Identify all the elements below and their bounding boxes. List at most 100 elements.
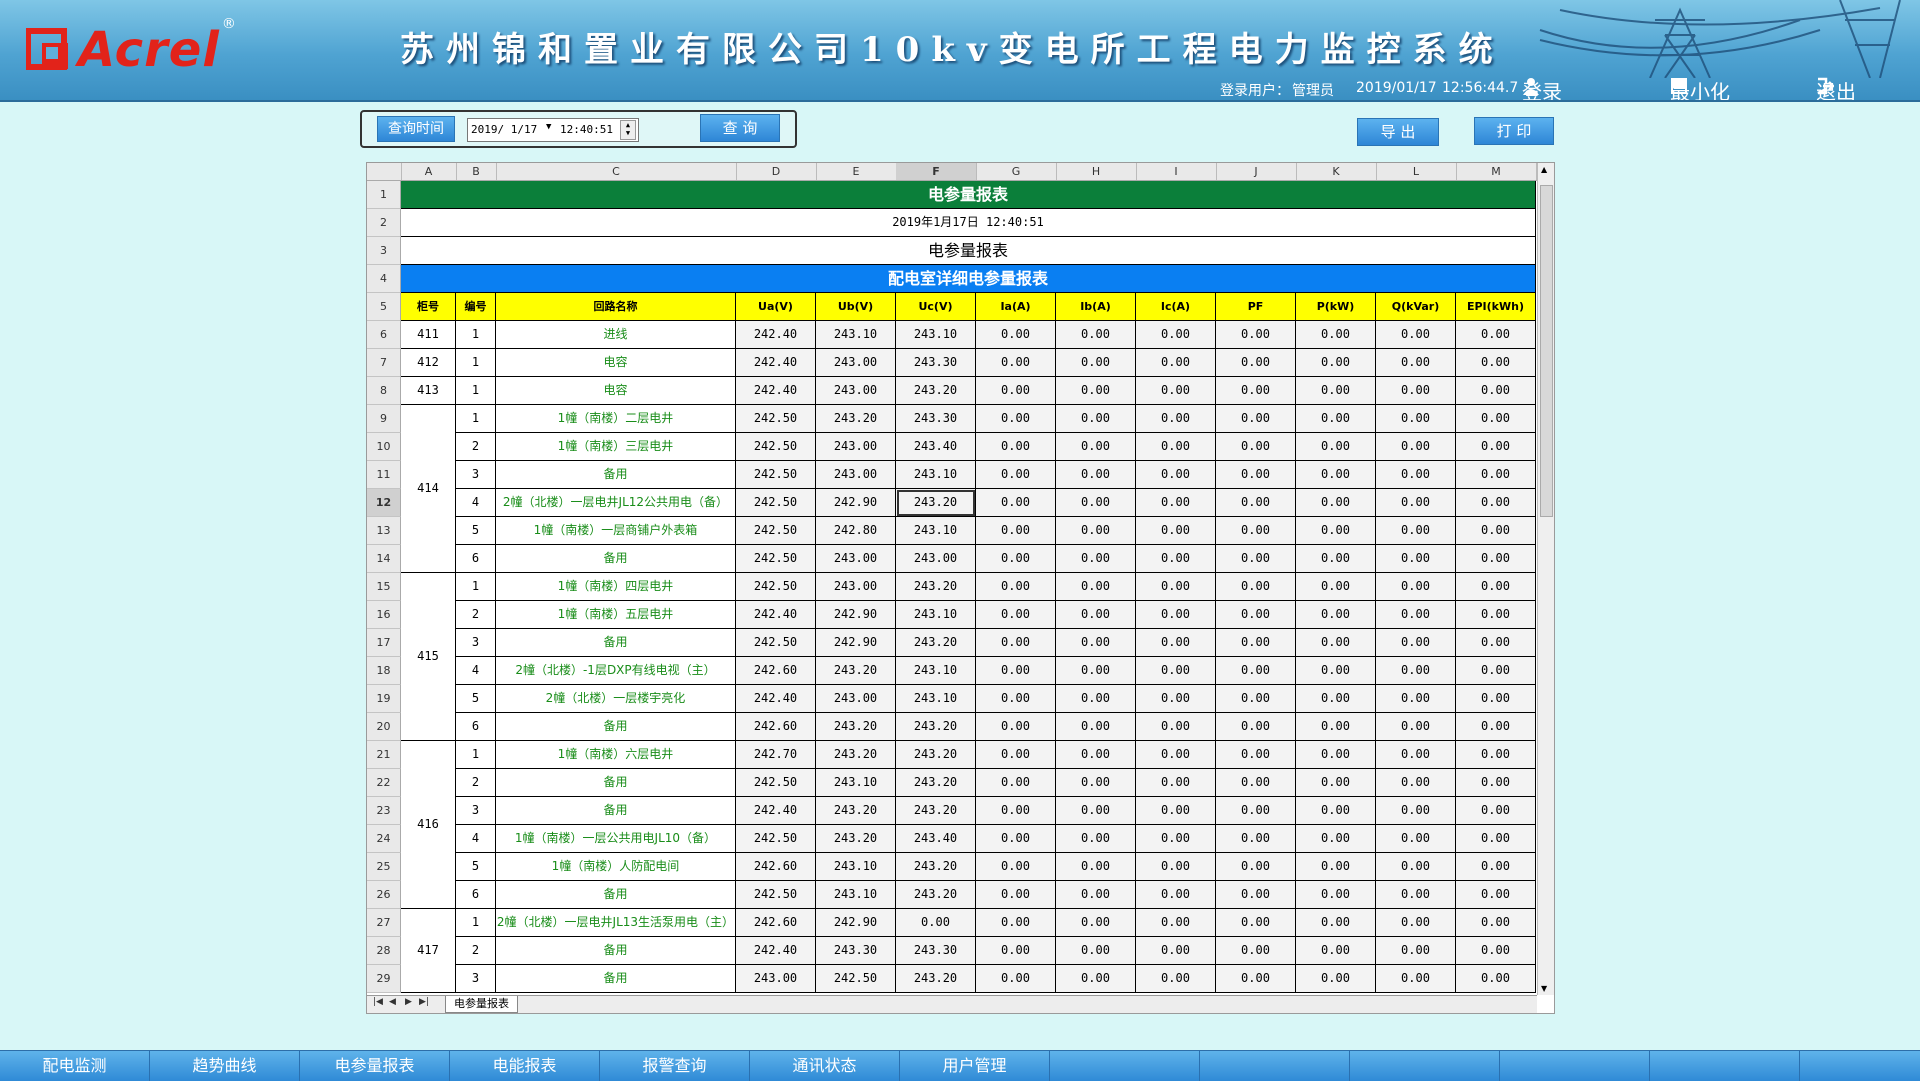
data-cell[interactable]: 243.10 xyxy=(896,321,976,349)
data-cell[interactable]: 243.00 xyxy=(816,545,896,573)
data-cell[interactable]: 0.00 xyxy=(1296,405,1376,433)
vertical-scrollbar[interactable]: ▲ ▼ xyxy=(1537,163,1554,995)
data-cell[interactable]: 2 xyxy=(456,601,496,629)
data-cell[interactable]: 0.00 xyxy=(1296,909,1376,937)
data-cell[interactable]: 243.20 xyxy=(896,965,976,993)
cabinet-number-cell[interactable]: 415 xyxy=(401,573,456,741)
sheet-tab-electrical-report[interactable]: 电参量报表 xyxy=(445,996,518,1013)
data-cell[interactable]: 0.00 xyxy=(1216,629,1296,657)
data-cell[interactable]: 0.00 xyxy=(976,657,1056,685)
data-cell[interactable]: 0.00 xyxy=(1056,797,1136,825)
data-cell[interactable]: 0.00 xyxy=(1136,769,1216,797)
data-cell[interactable]: 242.40 xyxy=(736,601,816,629)
data-cell[interactable]: 0.00 xyxy=(1456,881,1536,909)
data-cell[interactable]: 0.00 xyxy=(1296,461,1376,489)
data-cell[interactable]: 0.00 xyxy=(1056,657,1136,685)
data-cell[interactable]: 0.00 xyxy=(1376,741,1456,769)
data-cell[interactable]: 4 xyxy=(456,489,496,517)
circuit-name-cell[interactable]: 备用 xyxy=(496,461,736,489)
data-cell[interactable]: 242.50 xyxy=(736,825,816,853)
circuit-name-cell[interactable]: 1幢（南楼）一层商铺户外表箱 xyxy=(496,517,736,545)
report-title-row-3[interactable]: 电参量报表 xyxy=(401,237,1536,265)
circuit-name-cell[interactable]: 1幢（南楼）六层电井 xyxy=(496,741,736,769)
data-cell[interactable]: 2 xyxy=(456,769,496,797)
data-cell[interactable]: 0.00 xyxy=(1456,405,1536,433)
data-cell[interactable]: 0.00 xyxy=(976,545,1056,573)
data-cell[interactable]: 5 xyxy=(456,853,496,881)
data-cell[interactable]: 0.00 xyxy=(1296,657,1376,685)
data-cell[interactable]: 243.00 xyxy=(816,433,896,461)
prev-sheet-icon[interactable]: ◀ xyxy=(389,997,396,1007)
data-cell[interactable]: 0.00 xyxy=(976,853,1056,881)
row-header-14[interactable]: 14 xyxy=(367,545,401,573)
data-cell[interactable]: 243.20 xyxy=(816,405,896,433)
data-cell[interactable]: 0.00 xyxy=(1376,433,1456,461)
data-cell[interactable]: 0.00 xyxy=(1456,489,1536,517)
data-cell[interactable]: 0.00 xyxy=(1216,461,1296,489)
data-cell[interactable]: 243.20 xyxy=(896,853,976,881)
data-cell[interactable]: 2 xyxy=(456,433,496,461)
data-cell[interactable]: 1 xyxy=(456,741,496,769)
data-cell[interactable]: 0.00 xyxy=(1456,685,1536,713)
report-title-row-4[interactable]: 配电室详细电参量报表 xyxy=(401,265,1536,293)
nav-item-2[interactable]: 电参量报表 xyxy=(300,1051,450,1081)
column-header-F[interactable]: F xyxy=(896,163,977,180)
data-cell[interactable]: 243.40 xyxy=(896,433,976,461)
data-cell[interactable]: 0.00 xyxy=(1136,461,1216,489)
data-cell[interactable]: 0.00 xyxy=(1456,853,1536,881)
data-cell[interactable]: 0.00 xyxy=(1456,909,1536,937)
data-cell[interactable]: 0.00 xyxy=(1456,741,1536,769)
circuit-name-cell[interactable]: 备用 xyxy=(496,965,736,993)
data-cell[interactable]: 0.00 xyxy=(1216,909,1296,937)
data-cell[interactable]: 242.40 xyxy=(736,321,816,349)
row-header-11[interactable]: 11 xyxy=(367,461,401,489)
circuit-name-cell[interactable]: 电容 xyxy=(496,349,736,377)
scroll-thumb[interactable] xyxy=(1540,185,1553,517)
table-header-cell[interactable]: Ic(A) xyxy=(1136,293,1216,321)
cabinet-number-cell[interactable]: 414 xyxy=(401,405,456,573)
data-cell[interactable]: 0.00 xyxy=(1216,489,1296,517)
data-cell[interactable]: 0.00 xyxy=(1136,965,1216,993)
data-cell[interactable]: 0.00 xyxy=(1056,349,1136,377)
data-cell[interactable]: 0.00 xyxy=(1056,517,1136,545)
date-dropdown-icon[interactable]: ▼ xyxy=(546,122,551,132)
data-cell[interactable]: 5 xyxy=(456,517,496,545)
data-cell[interactable]: 0.00 xyxy=(976,881,1056,909)
circuit-name-cell[interactable]: 1幢（南楼）二层电井 xyxy=(496,405,736,433)
data-cell[interactable]: 0.00 xyxy=(1296,489,1376,517)
data-cell[interactable]: 243.10 xyxy=(896,601,976,629)
column-header-B[interactable]: B xyxy=(456,163,497,180)
row-header-24[interactable]: 24 xyxy=(367,825,401,853)
data-cell[interactable]: 243.20 xyxy=(816,825,896,853)
data-cell[interactable]: 1 xyxy=(456,377,496,405)
data-cell[interactable]: 0.00 xyxy=(1056,937,1136,965)
data-cell[interactable]: 0.00 xyxy=(1296,937,1376,965)
data-cell[interactable]: 242.40 xyxy=(736,349,816,377)
scroll-down-icon[interactable]: ▼ xyxy=(1541,984,1547,993)
data-cell[interactable]: 0.00 xyxy=(1376,517,1456,545)
data-cell[interactable]: 0.00 xyxy=(1296,769,1376,797)
data-cell[interactable]: 0.00 xyxy=(1296,853,1376,881)
data-cell[interactable]: 0.00 xyxy=(1216,321,1296,349)
row-header-3[interactable]: 3 xyxy=(367,237,401,265)
data-cell[interactable]: 0.00 xyxy=(1136,629,1216,657)
row-header-2[interactable]: 2 xyxy=(367,209,401,237)
data-cell[interactable]: 242.60 xyxy=(736,657,816,685)
data-cell[interactable]: 0.00 xyxy=(1136,601,1216,629)
data-cell[interactable]: 242.60 xyxy=(736,713,816,741)
data-cell[interactable]: 0.00 xyxy=(1216,741,1296,769)
data-cell[interactable]: 243.20 xyxy=(896,881,976,909)
column-header-I[interactable]: I xyxy=(1136,163,1217,180)
row-header-25[interactable]: 25 xyxy=(367,853,401,881)
cabinet-number-cell[interactable]: 417 xyxy=(401,909,456,993)
data-cell[interactable]: 0.00 xyxy=(976,937,1056,965)
last-sheet-icon[interactable]: ▶| xyxy=(419,997,429,1007)
data-cell[interactable]: 0.00 xyxy=(1136,881,1216,909)
next-sheet-icon[interactable]: ▶ xyxy=(405,997,412,1007)
data-cell[interactable]: 0.00 xyxy=(1056,741,1136,769)
data-cell[interactable]: 0.00 xyxy=(1376,657,1456,685)
data-cell[interactable]: 0.00 xyxy=(1136,685,1216,713)
row-header-20[interactable]: 20 xyxy=(367,713,401,741)
data-cell[interactable]: 243.20 xyxy=(896,713,976,741)
data-cell[interactable]: 0.00 xyxy=(1216,545,1296,573)
